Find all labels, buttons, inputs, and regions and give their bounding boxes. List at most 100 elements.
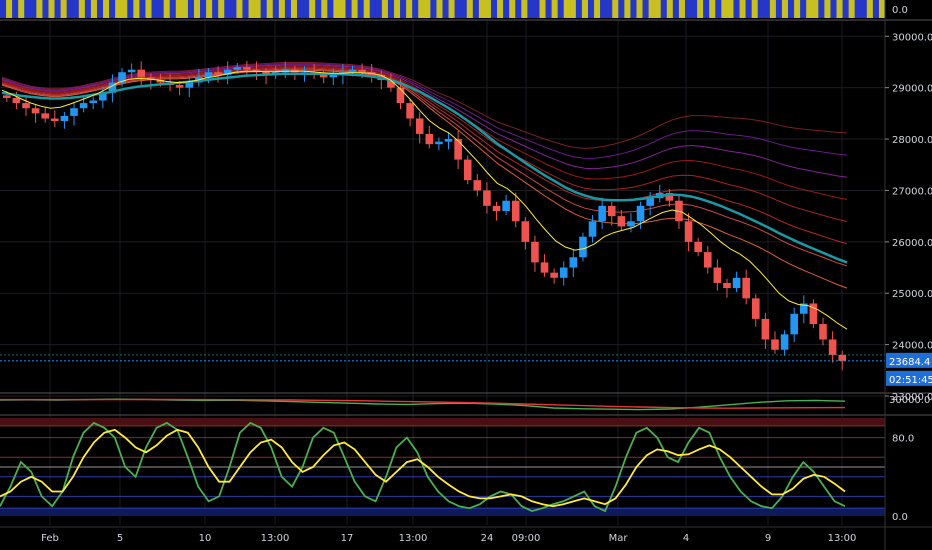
candle-body-81	[780, 334, 789, 350]
strip-cell-23	[139, 0, 146, 18]
candle-body-73	[703, 252, 712, 268]
time-tick-11: 13:00	[828, 533, 857, 544]
chart-root: 0.0 30000.0 29000.0 28000.0 27000.0 26000.0 25…	[0, 0, 932, 550]
strip-cell-52	[315, 0, 322, 18]
candle-body-64	[617, 216, 626, 227]
candle-body-61	[588, 221, 597, 237]
strip-cell-84	[509, 0, 516, 18]
time-tick-4: 17	[341, 533, 354, 544]
candle-body-9	[89, 100, 98, 104]
strip-cell-106	[642, 0, 649, 18]
strip-cell-62	[375, 0, 383, 18]
strip-cell-91	[551, 0, 558, 18]
strip-cell-10	[60, 0, 67, 18]
candle-body-13	[127, 69, 136, 73]
strip-cell-32	[193, 0, 201, 18]
candle-body-47	[454, 139, 462, 160]
candle-body-67	[646, 198, 654, 206]
strip-cell-112	[678, 0, 686, 18]
strip-cell-79	[478, 0, 486, 18]
strip-cell-98	[594, 0, 601, 18]
strip-cell-67	[406, 0, 413, 18]
stoch-band-top	[0, 418, 885, 426]
strip-cell-26	[157, 0, 164, 18]
time-tick-3: 13:00	[261, 533, 290, 544]
strip-cell-96	[581, 0, 589, 18]
candle-body-50	[483, 190, 491, 206]
candle-body-2	[22, 103, 30, 109]
time-tick-2: 10	[199, 533, 212, 544]
stoch-tick-1: 0.0	[892, 512, 908, 523]
strip-cell-59	[357, 0, 364, 18]
candle-body-1	[12, 97, 21, 104]
strip-cell-77	[466, 0, 474, 18]
strip-cell-104	[630, 0, 637, 18]
candle-body-63	[607, 205, 616, 217]
stoch-band-bottom	[0, 508, 885, 516]
candle-body-49	[473, 180, 482, 191]
last-price-label: 23684.4	[889, 357, 930, 368]
strip-cell-138	[836, 0, 843, 18]
strip-cell-69	[418, 0, 425, 18]
strip-cell-109	[660, 0, 668, 18]
candle-body-75	[723, 282, 731, 289]
strip-cell-145	[878, 0, 886, 18]
candle-body-55	[531, 241, 539, 263]
candle-body-19	[185, 82, 194, 88]
candle-body-60	[579, 236, 587, 258]
candle-body-76	[732, 277, 741, 289]
strip-cell-136	[824, 0, 831, 18]
candle-body-54	[521, 221, 530, 242]
time-tick-0: Feb	[41, 533, 59, 544]
ribbon-line-7	[1, 62, 848, 149]
candle-body-22	[214, 72, 222, 75]
strip-cell-34	[206, 0, 213, 18]
candle-body-86	[828, 339, 837, 355]
candle-body-53	[511, 200, 520, 222]
candle-body-41	[396, 87, 405, 104]
countdown-label: 02:51:45	[889, 375, 932, 386]
strip-cell-141	[854, 0, 862, 18]
strip-cell-70	[424, 0, 431, 18]
strip-cell-134	[812, 0, 819, 18]
strip-cell-132	[800, 0, 807, 18]
strip-cell-36	[218, 0, 225, 18]
strip-cell-21	[127, 0, 134, 18]
grid	[0, 20, 885, 525]
candle-body-78	[751, 298, 760, 319]
strip-cell-103	[624, 0, 631, 18]
strip-cell-61	[369, 0, 377, 18]
candle-body-58	[559, 267, 568, 278]
strip-cell-142	[860, 0, 868, 18]
strip-cell-99	[600, 0, 607, 18]
candle-body-56	[540, 262, 549, 273]
strip-cell-29	[175, 0, 183, 18]
strip-cell-2	[12, 0, 19, 18]
strip-cell-133	[806, 0, 813, 18]
strip-cell-13	[78, 0, 86, 18]
strip-cell-115	[697, 0, 704, 18]
candle-body-46	[444, 139, 453, 142]
strip-cell-35	[212, 0, 219, 18]
strip-cell-108	[654, 0, 662, 18]
strip-cell-45	[272, 0, 280, 18]
strip-cell-113	[684, 0, 692, 18]
strip-cell-95	[575, 0, 583, 18]
ribbon-line-0	[1, 69, 848, 289]
strip-cell-114	[691, 0, 698, 18]
time-tick-10: 9	[765, 533, 771, 544]
candle-body-33	[319, 74, 328, 78]
stoch-pane	[0, 418, 885, 516]
strip-cell-63	[381, 0, 389, 18]
time-tick-7: 09:00	[512, 533, 541, 544]
strip-cell-6	[36, 0, 43, 18]
price-tick-2: 28000.0	[892, 135, 932, 146]
strip-cell-94	[569, 0, 577, 18]
candles	[3, 60, 846, 371]
strip-cell-65	[394, 0, 401, 18]
ema-fast-line	[1, 70, 848, 330]
strip-cell-66	[400, 0, 407, 18]
strip-cell-118	[715, 0, 722, 18]
strip-cell-107	[648, 0, 655, 18]
candle-body-44	[425, 133, 434, 145]
